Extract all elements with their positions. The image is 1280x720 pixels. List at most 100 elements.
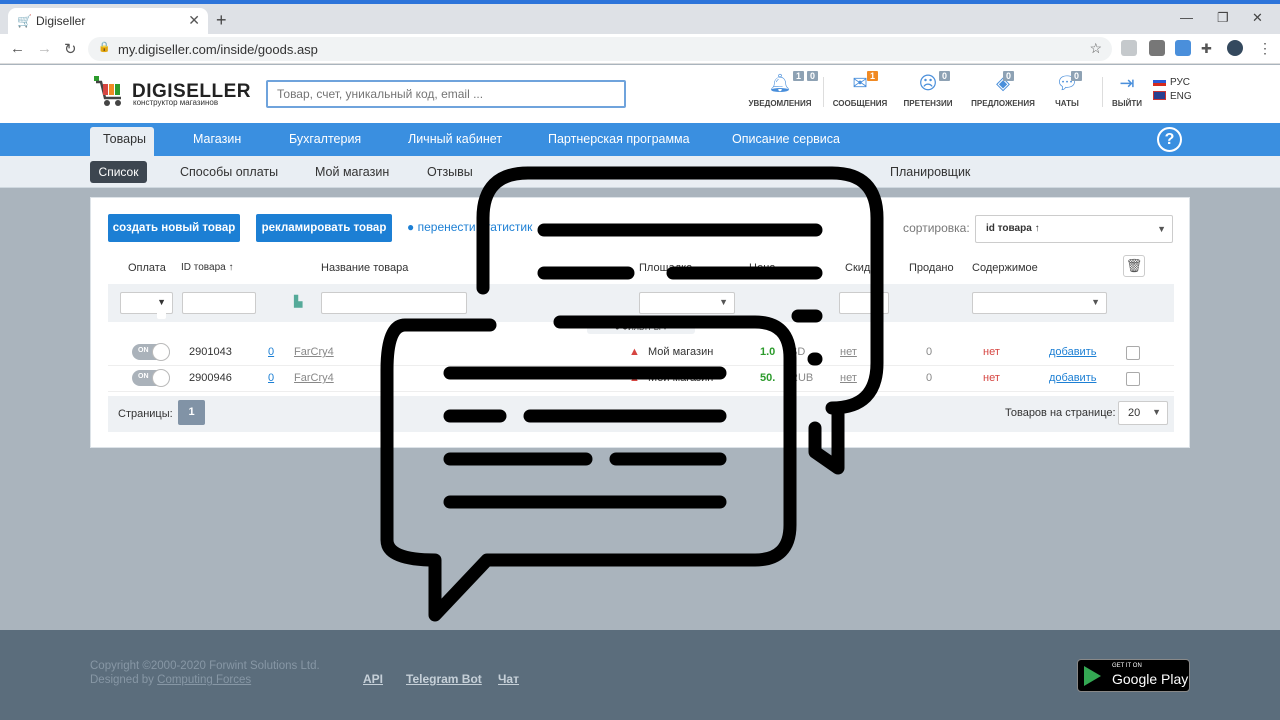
toggle-label: ON <box>138 347 149 354</box>
extension-gray-icon[interactable] <box>1149 40 1165 56</box>
chart-icon[interactable]: ▙ <box>294 295 302 308</box>
site-header: DIGISELLER конструктор магазинов 🔔︎ 1 0 … <box>0 65 1280 123</box>
lock-icon: 🔒 <box>98 42 111 53</box>
notifications-button[interactable]: 🔔︎ 1 0 уведомления <box>740 71 820 108</box>
product-id: 2900946 <box>189 372 232 384</box>
row-checkbox[interactable] <box>1126 346 1140 360</box>
main-nav: Товары Магазин Бухгалтерия Личный кабине… <box>0 123 1280 156</box>
product-name-link[interactable]: FarCry4 <box>294 372 334 384</box>
messages-count: 1 <box>867 71 879 81</box>
copyright-text: Copyright ©2000-2020 Forwint Solutions L… <box>90 660 320 672</box>
translate-icon[interactable] <box>1175 40 1191 56</box>
gplay-big-text: Google Play <box>1112 671 1189 687</box>
subtab-payment-methods[interactable]: Способы оплаты <box>180 165 278 179</box>
tab-service-description[interactable]: Описание сервиса <box>732 132 840 146</box>
stats-count-link[interactable]: 0 <box>268 346 274 358</box>
active-toggle[interactable]: ON <box>132 343 170 361</box>
lang-ru[interactable]: РУС <box>1153 76 1192 90</box>
tab-strip: 🛒 Digiseller ✕ + — ❐ ✕ <box>0 4 1280 34</box>
tab-goods[interactable]: Товары <box>103 132 146 146</box>
create-product-button[interactable]: создать новый товар <box>108 214 240 242</box>
page-button[interactable]: 1 <box>178 400 205 425</box>
subtab-list[interactable]: Список <box>90 161 147 183</box>
tab-affiliate[interactable]: Партнерская программа <box>548 132 690 146</box>
back-icon[interactable]: ← <box>10 40 25 57</box>
tab-title: Digiseller <box>36 14 86 28</box>
sort-label: сортировка: <box>903 221 970 235</box>
product-name-link[interactable]: FarCry4 <box>294 346 334 358</box>
site-footer: Copyright ©2000-2020 Forwint Solutions L… <box>0 630 1280 720</box>
restore-icon[interactable]: ❐ <box>1217 10 1229 26</box>
content-filter-select[interactable]: ▼ <box>972 292 1107 314</box>
col-id[interactable]: ID товара ↑ <box>181 262 233 273</box>
reload-icon[interactable]: ↻ <box>64 40 77 58</box>
new-tab-icon[interactable]: + <box>216 10 227 31</box>
active-toggle[interactable]: ON <box>132 369 170 387</box>
russia-flag-icon <box>1153 77 1166 86</box>
extension-js-icon[interactable] <box>1121 40 1137 56</box>
google-play-badge[interactable]: GET IT ON Google Play <box>1077 659 1190 692</box>
add-content-link[interactable]: добавить <box>1049 346 1096 358</box>
notifications-count: 1 <box>793 71 805 81</box>
sort-value: id товара ↑ <box>986 223 1040 234</box>
search-input[interactable] <box>266 80 626 108</box>
profile-avatar[interactable] <box>1227 40 1243 56</box>
stats-count-link[interactable]: 0 <box>268 372 274 384</box>
language-switcher: РУС ENG <box>1153 76 1192 104</box>
telegram-bot-link[interactable]: Telegram Bot <box>406 672 482 686</box>
uk-flag-icon <box>1153 91 1166 100</box>
id-filter-input[interactable] <box>182 292 256 314</box>
forward-icon[interactable]: → <box>37 40 52 57</box>
help-icon[interactable]: ? <box>1157 127 1182 152</box>
col-sold: Продано <box>909 262 954 274</box>
chat-link[interactable]: Чат <box>498 672 519 686</box>
logo-subtitle: конструктор магазинов <box>133 98 219 107</box>
url-text: my.digiseller.com/inside/goods.asp <box>118 42 318 57</box>
designer-link[interactable]: Computing Forces <box>157 674 251 686</box>
designed-by-label: Designed by <box>90 674 154 686</box>
chevron-down-icon: ▼ <box>1152 407 1161 417</box>
subtab-scheduler[interactable]: Планировщик <box>890 165 970 179</box>
chat-bubbles-overlay-icon <box>380 166 884 622</box>
sold-count: 0 <box>926 346 933 358</box>
per-page-select[interactable]: 20 ▼ <box>1118 401 1168 425</box>
per-page-label: Товаров на странице: <box>1005 407 1116 419</box>
copyright: Copyright ©2000-2020 Forwint Solutions L… <box>90 659 320 687</box>
tab-accounting[interactable]: Бухгалтерия <box>289 132 361 146</box>
toggle-knob <box>152 343 170 361</box>
claims-button[interactable]: ☹ 0 претензии <box>888 71 968 108</box>
bookmark-star-icon[interactable]: ☆ <box>1089 40 1102 57</box>
content-status: нет <box>983 372 1000 384</box>
url-field[interactable]: 🔒 my.digiseller.com/inside/goods.asp ☆ <box>88 37 1112 61</box>
payment-filter-select[interactable]: ▼ <box>120 292 173 319</box>
browser-tab[interactable]: 🛒 Digiseller ✕ <box>8 8 208 34</box>
pages-label: Страницы: <box>118 408 173 420</box>
api-link[interactable]: API <box>363 672 383 686</box>
lang-en-label: ENG <box>1170 91 1192 102</box>
lang-en[interactable]: ENG <box>1153 90 1192 104</box>
close-window-icon[interactable]: ✕ <box>1252 10 1263 26</box>
sort-select[interactable]: id товара ↑ ▼ <box>975 215 1173 243</box>
per-page-value: 20 <box>1128 407 1141 419</box>
play-store-icon <box>1084 666 1101 686</box>
sad-face-icon: ☹ <box>918 73 938 93</box>
cart-logo-icon <box>94 76 121 106</box>
gplay-small-text: GET IT ON <box>1112 663 1142 669</box>
chevron-down-icon: ▼ <box>157 297 166 319</box>
col-payment: Оплата <box>128 262 166 274</box>
row-checkbox[interactable] <box>1126 372 1140 386</box>
toggle-knob <box>152 369 170 387</box>
content-status: нет <box>983 346 1000 358</box>
minimize-icon[interactable]: — <box>1180 10 1193 25</box>
puzzle-icon[interactable]: ✚ <box>1201 41 1212 57</box>
toggle-label: ON <box>138 373 149 380</box>
address-bar: ← → ↻ 🔒 my.digiseller.com/inside/goods.a… <box>0 34 1280 64</box>
browser-menu-icon[interactable]: ⋮ <box>1258 40 1272 56</box>
tab-account[interactable]: Личный кабинет <box>408 132 502 146</box>
col-content: Содержимое <box>972 262 1038 274</box>
offers-count: 0 <box>1003 71 1015 81</box>
trash-icon[interactable]: 🗑︎ <box>1123 255 1145 277</box>
tab-store[interactable]: Магазин <box>193 132 241 146</box>
add-content-link[interactable]: добавить <box>1049 372 1096 384</box>
close-tab-icon[interactable]: ✕ <box>188 12 200 29</box>
